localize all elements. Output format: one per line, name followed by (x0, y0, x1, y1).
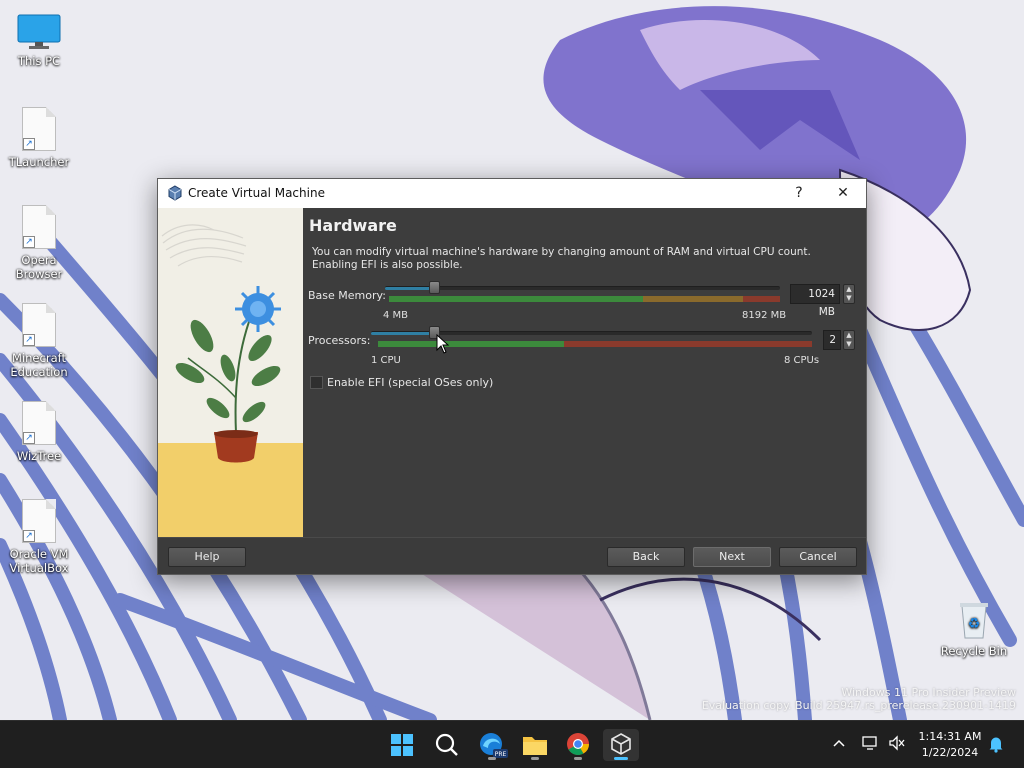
mouse-cursor-icon (436, 334, 450, 354)
desktop-icon-minecraft-education[interactable]: ↗ Minecraft Education (1, 303, 77, 379)
desktop-icon-label: This PC (17, 54, 61, 68)
dialog-content: Hardware You can modify virtual machine'… (158, 208, 866, 537)
wizard-illustration (158, 208, 303, 537)
search-button[interactable] (429, 729, 465, 761)
notifications-button[interactable] (988, 735, 1004, 756)
dialog-footer: Help Back Next Cancel (158, 537, 866, 574)
close-button[interactable]: ✕ (820, 179, 866, 208)
file-icon: ↗ (22, 303, 56, 347)
clock-time: 1:14:31 AM (918, 730, 982, 743)
desktop-icon-label: WizTree (16, 449, 62, 463)
processors-stepper[interactable]: ▲ ▼ (843, 330, 855, 350)
next-button[interactable]: Next (693, 547, 771, 567)
volume-muted-icon (889, 735, 905, 751)
show-hidden-icons-button[interactable] (832, 736, 846, 753)
context-help-button[interactable]: ? (776, 179, 822, 208)
base-memory-input[interactable]: 1024 MB (790, 284, 840, 318)
shortcut-arrow-icon: ↗ (23, 334, 35, 346)
watermark-edition: Windows 11 Pro Insider Preview (841, 686, 1016, 699)
network-button[interactable] (862, 735, 880, 754)
file-icon: ↗ (22, 499, 56, 543)
desktop-icon-label: Recycle Bin (940, 644, 1008, 658)
page-title: Hardware (309, 216, 397, 235)
hardware-panel: Hardware You can modify virtual machine'… (303, 208, 866, 537)
shortcut-arrow-icon: ↗ (23, 236, 35, 248)
windows-watermark: Windows 11 Pro Insider Preview Evaluatio… (702, 686, 1016, 712)
file-icon: ↗ (22, 205, 56, 249)
virtualbox-app-icon (168, 185, 182, 201)
search-icon (435, 733, 458, 756)
watermark-build: Evaluation copy. Build 25947.rs_prerelea… (701, 699, 1016, 712)
back-button[interactable]: Back (607, 547, 685, 567)
desktop-icon-this-pc[interactable]: This PC (1, 10, 77, 68)
dialog-titlebar[interactable]: Create Virtual Machine ? ✕ (158, 179, 866, 208)
desktop-icon-opera[interactable]: ↗ Opera Browser (1, 205, 77, 281)
taskbar: PRE 1:14:31 AM 1/22/2024 (0, 720, 1024, 768)
memory-min-label: 4 MB (383, 310, 409, 321)
shortcut-arrow-icon: ↗ (23, 432, 35, 444)
create-vm-dialog: Create Virtual Machine ? ✕ Hardware You … (157, 178, 867, 575)
memory-max-label: 8192 MB (742, 310, 787, 321)
desktop-icon-label: Opera Browser (15, 253, 63, 281)
svg-text:♻: ♻ (968, 616, 981, 632)
edge-dev-button[interactable]: PRE (474, 729, 510, 761)
warning-zone (643, 296, 743, 302)
slider-track (385, 286, 780, 290)
enable-efi-checkbox[interactable] (310, 376, 323, 389)
processors-label: Processors: (308, 334, 371, 347)
recycle-bin-icon: ♻ (958, 600, 990, 640)
help-button[interactable]: Help (168, 547, 246, 567)
system-clock[interactable]: 1:14:31 AM 1/22/2024 (912, 729, 988, 761)
desktop-icon-recycle-bin[interactable]: ♻ Recycle Bin (936, 600, 1012, 658)
windows-logo-icon (391, 734, 413, 756)
shortcut-arrow-icon: ↗ (23, 530, 35, 542)
virtualbox-taskbar-button[interactable] (603, 729, 639, 761)
increment-icon[interactable]: ▲ (844, 285, 854, 294)
safe-zone (389, 296, 643, 302)
bell-icon (989, 737, 1003, 753)
decrement-icon[interactable]: ▼ (844, 340, 854, 349)
desktop-icon-label: Oracle VM VirtualBox (9, 547, 69, 575)
this-pc-icon (17, 14, 61, 49)
cpu-max-label: 8 CPUs (784, 355, 820, 366)
dialog-title: Create Virtual Machine (188, 186, 325, 200)
danger-zone (743, 296, 780, 302)
clock-date: 1/22/2024 (921, 746, 979, 759)
enable-efi-label[interactable]: Enable EFI (special OSes only) (327, 376, 493, 389)
slider-fill (385, 287, 435, 290)
file-icon: ↗ (22, 107, 56, 151)
desktop-icon-virtualbox[interactable]: ↗ Oracle VM VirtualBox (1, 499, 77, 575)
cpu-min-label: 1 CPU (371, 355, 401, 366)
chevron-up-icon (833, 739, 845, 747)
danger-zone (564, 341, 812, 347)
page-description: You can modify virtual machine's hardwar… (312, 246, 811, 271)
desktop-icon-label: TLauncher (8, 155, 70, 169)
cancel-button[interactable]: Cancel (779, 547, 857, 567)
file-explorer-button[interactable] (517, 729, 553, 761)
shortcut-arrow-icon: ↗ (23, 138, 35, 150)
start-button[interactable] (384, 729, 420, 761)
decrement-icon[interactable]: ▼ (844, 294, 854, 303)
base-memory-label: Base Memory: (308, 289, 386, 302)
desktop-icon-label: Minecraft Education (10, 351, 68, 379)
desktop-icon-wiztree[interactable]: ↗ WizTree (1, 401, 77, 463)
volume-button[interactable] (888, 735, 906, 754)
slider-handle[interactable] (429, 281, 441, 294)
slider-fill (371, 332, 434, 335)
svg-text:PRE: PRE (495, 751, 507, 758)
increment-icon[interactable]: ▲ (844, 331, 854, 340)
processors-input[interactable]: 2 (823, 330, 841, 350)
desktop-icon-tlauncher[interactable]: ↗ TLauncher (1, 107, 77, 169)
base-memory-stepper[interactable]: ▲ ▼ (843, 284, 855, 304)
network-icon (862, 736, 877, 750)
file-icon: ↗ (22, 401, 56, 445)
chrome-button[interactable] (560, 729, 596, 761)
safe-zone (378, 341, 564, 347)
